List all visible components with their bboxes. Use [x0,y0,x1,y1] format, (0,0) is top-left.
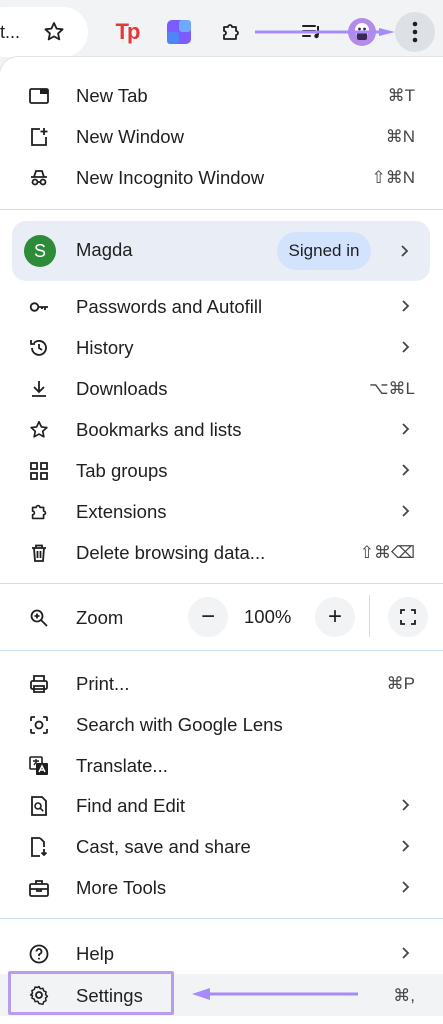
menu-item-label: Help [76,943,115,964]
menu-item-downloads[interactable]: Downloads ⌥⌘L [0,368,443,408]
lens-icon [28,714,50,736]
find-page-icon [28,795,50,817]
incognito-icon [28,167,50,189]
new-window-icon [28,126,50,148]
menu-item-history[interactable]: History [0,327,443,367]
key-icon [28,296,50,318]
menu-item-shortcut: ⌥⌘L [368,379,415,398]
menu-item-cast-save-share[interactable]: Cast, save and share [0,826,443,866]
menu-item-label: Downloads [76,378,168,399]
menu-divider [0,650,443,651]
menu-item-new-tab[interactable]: New Tab ⌘T [0,75,443,115]
menu-item-label: Passwords and Autofill [76,296,263,317]
chevron-right-icon [402,341,410,353]
fullscreen-icon [400,609,416,625]
avatar: S [24,235,56,267]
menu-item-label: Print... [76,673,130,694]
menu-item-label: Extensions [76,501,167,522]
menu-item-delete-browsing-data[interactable]: Delete browsing data... ⇧⌘⌫ [0,532,443,572]
menu-item-shortcut: ⌘P [386,674,415,693]
cast-save-icon [28,836,50,858]
tp-logo-text: Tp [115,19,141,44]
menu-item-shortcut: ⇧⌘⌫ [359,543,415,562]
chevron-right-icon [401,245,409,257]
toolbox-icon [28,877,50,899]
menu-item-label: Tab groups [76,460,168,481]
zoom-separator [369,595,370,637]
browser-toolbar: t... Tp [0,0,443,64]
puzzle-icon [28,501,50,523]
menu-item-passwords-autofill[interactable]: Passwords and Autofill [0,286,443,326]
menu-item-extensions[interactable]: Extensions [0,491,443,531]
purple-extension-icon[interactable] [163,16,195,48]
menu-item-label: Find and Edit [76,795,186,816]
menu-item-new-window[interactable]: New Window ⌘N [0,116,443,156]
chevron-right-icon [402,300,410,312]
menu-item-label: New Window [76,126,184,147]
fullscreen-button[interactable] [388,597,428,637]
star-icon [28,419,50,441]
grid-icon [28,460,50,482]
history-icon [28,337,50,359]
zoom-level: 100% [244,606,292,627]
more-menu-button[interactable] [395,12,435,52]
menu-item-label: More Tools [76,877,167,898]
menu-item-label: Zoom [76,607,124,628]
menu-divider [0,918,443,919]
chevron-right-icon [402,840,410,852]
menu-item-google-lens[interactable]: Search with Google Lens [0,704,443,744]
menu-divider [0,209,443,210]
settings-annotation-box [8,971,174,1015]
menu-item-label: Delete browsing data... [76,542,266,563]
menu-item-find-edit[interactable]: Find and Edit [0,785,443,825]
zoom-in-button[interactable]: + [315,597,355,637]
profile-row[interactable]: S Magda Signed in [12,221,430,281]
omnibox-text: t... [0,22,21,42]
menu-item-print[interactable]: Print... ⌘P [0,663,443,703]
menu-item-more-tools[interactable]: More Tools [0,867,443,907]
zoom-icon [28,607,50,629]
puzzle-extensions-icon[interactable] [215,16,247,48]
translate-icon [28,755,50,777]
menu-item-label: Translate... [76,755,168,776]
download-icon [28,378,50,400]
menu-item-shortcut: ⌘T [387,86,415,105]
chevron-right-icon [402,505,410,517]
chevron-right-icon [402,464,410,476]
tp-extension-icon[interactable]: Tp [111,16,143,48]
new-tab-icon [28,85,50,107]
trash-icon [28,542,50,564]
annotation-arrow-settings [192,988,358,1000]
menu-item-label: Search with Google Lens [76,714,283,735]
signed-in-badge: Signed in [277,232,371,270]
menu-item-new-incognito-window[interactable]: New Incognito Window ⇧⌘N [0,157,443,197]
star-icon[interactable] [38,16,70,48]
menu-item-shortcut: ⌘, [393,986,415,1005]
annotation-arrow-top [255,28,395,36]
menu-item-tab-groups[interactable]: Tab groups [0,450,443,490]
profile-name: Magda [76,239,133,260]
menu-item-translate[interactable]: Translate... [0,745,443,785]
help-icon [28,943,50,965]
chevron-right-icon [402,881,410,893]
chevron-right-icon [402,799,410,811]
menu-item-shortcut: ⇧⌘N [371,168,415,187]
menu-item-label: Cast, save and share [76,836,251,857]
menu-item-label: New Tab [76,85,148,106]
menu-item-shortcut: ⌘N [385,127,415,146]
menu-item-bookmarks-lists[interactable]: Bookmarks and lists [0,409,443,449]
printer-icon [28,673,50,695]
zoom-out-button[interactable]: − [188,597,228,637]
menu-item-help[interactable]: Help [0,933,443,973]
menu-divider [0,583,443,584]
chevron-right-icon [402,423,410,435]
chevron-right-icon [402,947,410,959]
menu-item-label: Bookmarks and lists [76,419,242,440]
menu-item-label: History [76,337,134,358]
more-vert-icon [412,21,418,43]
menu-item-label: New Incognito Window [76,167,265,188]
